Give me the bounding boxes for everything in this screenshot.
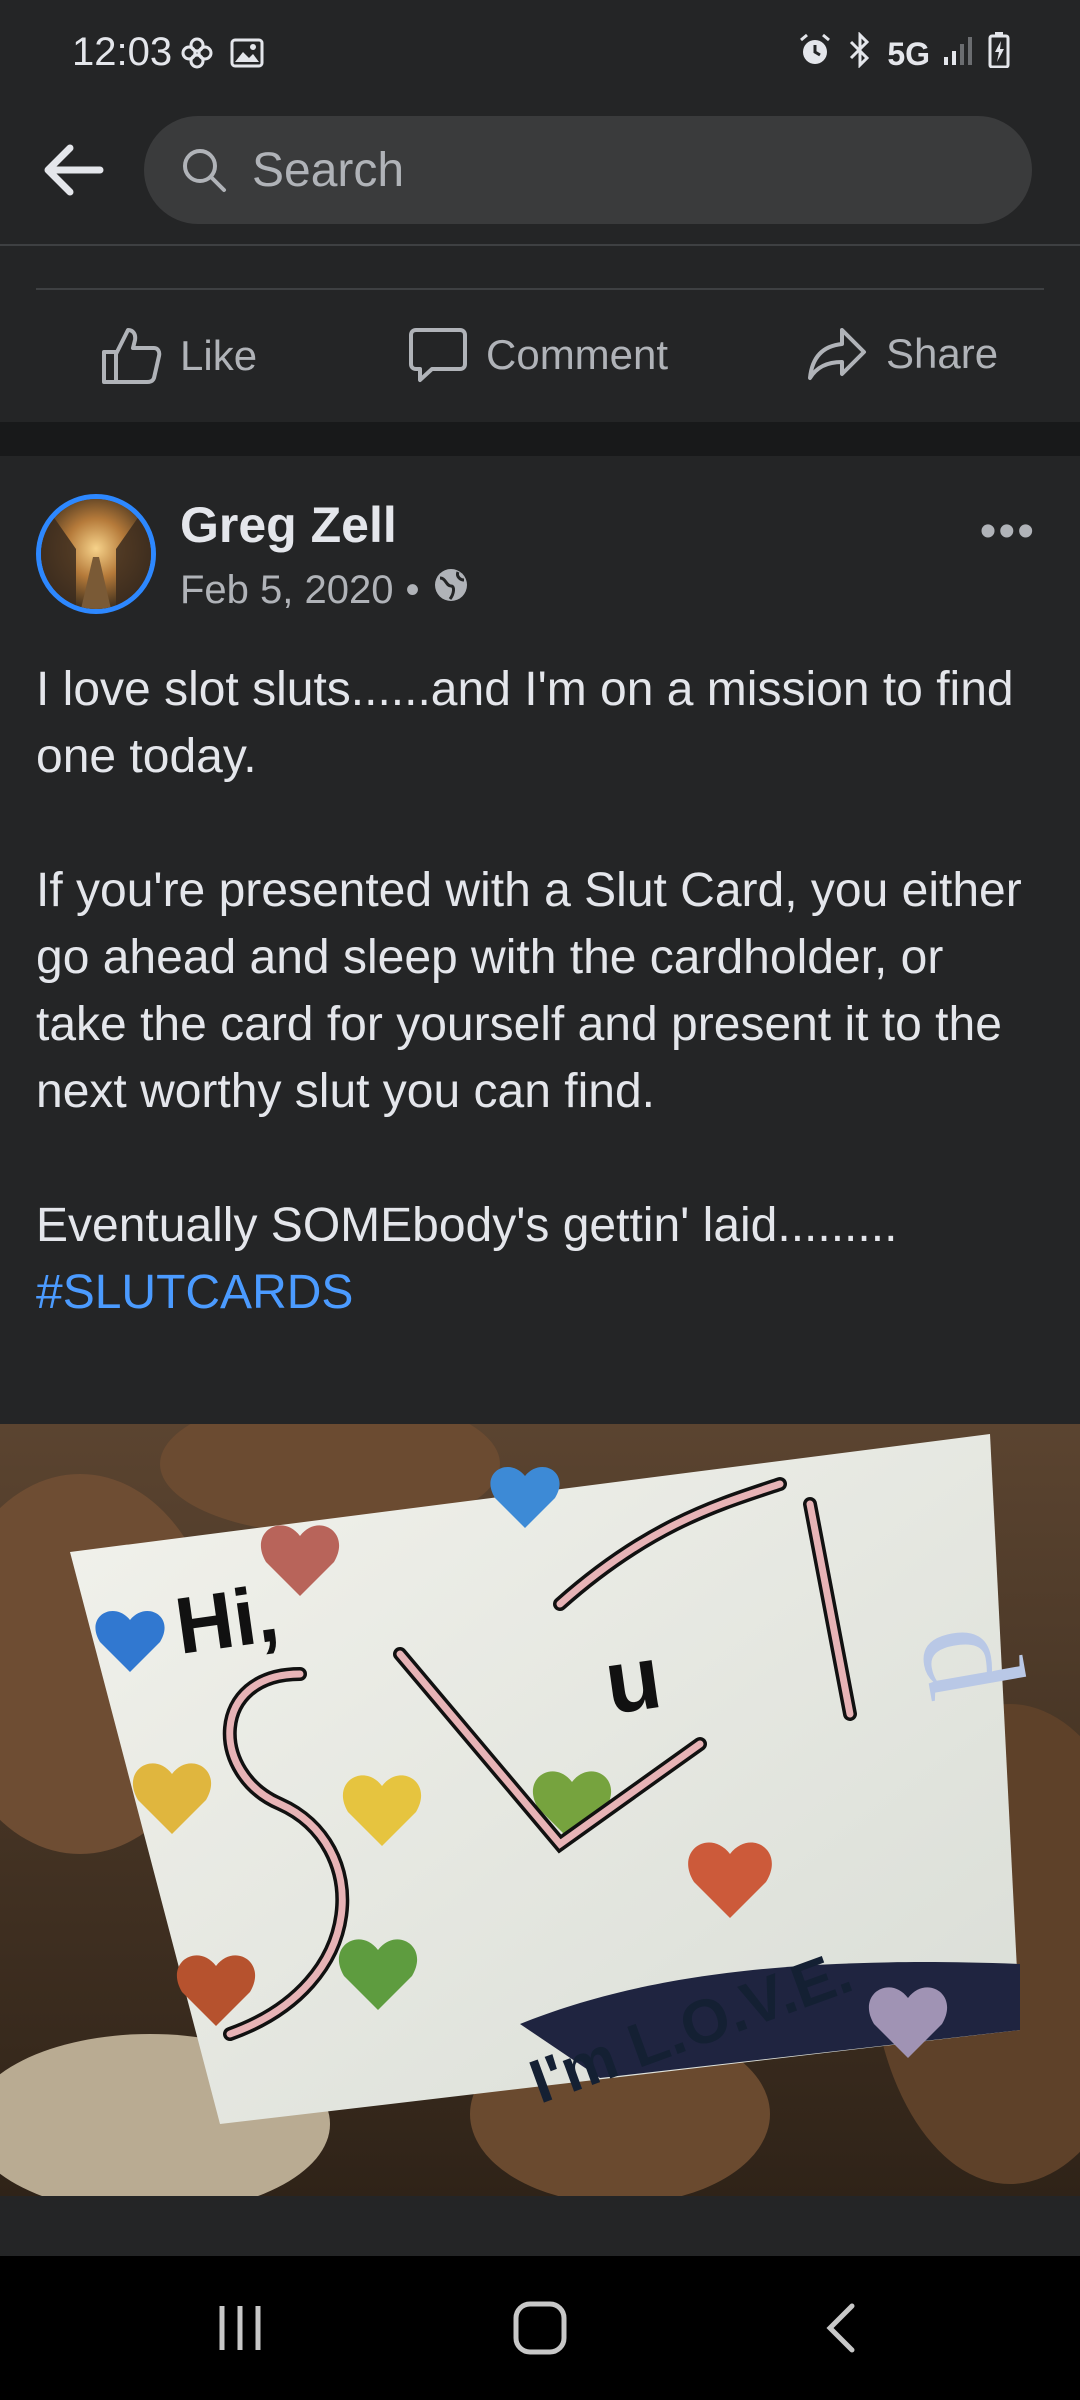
feed-separator — [0, 422, 1080, 456]
recent-apps-icon — [219, 2306, 261, 2350]
search-icon — [178, 142, 234, 198]
meta-separator: • — [405, 567, 420, 612]
thumbs-up-icon — [102, 328, 162, 384]
post-paragraph-1: I love slot sluts......and I'm on a miss… — [36, 663, 1014, 783]
search-input[interactable]: Search — [144, 116, 1032, 224]
post-text: I love slot sluts......and I'm on a miss… — [36, 656, 1046, 1326]
post-last-line: Eventually SOMEbody's gettin' laid......… — [36, 1199, 898, 1252]
post: Greg Zell Feb 5, 2020 • ••• I love slot … — [0, 456, 1080, 2244]
status-time: 12:03 — [72, 30, 173, 74]
share-button[interactable]: Share — [806, 326, 998, 382]
status-bar: 12:03 5G — [0, 0, 1080, 110]
like-button[interactable]: Like — [100, 326, 257, 386]
bluetooth-icon — [847, 31, 873, 76]
post-date[interactable]: Feb 5, 2020 — [180, 568, 394, 613]
search-placeholder: Search — [252, 143, 405, 197]
pinwheel-icon — [180, 36, 214, 75]
globe-icon — [432, 566, 470, 614]
comment-label: Comment — [486, 331, 669, 378]
avatar[interactable] — [36, 494, 156, 614]
like-label: Like — [180, 332, 258, 379]
hashtag-link[interactable]: #SLUTCARDS — [36, 1259, 1046, 1326]
previous-post-actions: Like Comment Share — [0, 246, 1080, 422]
post-image[interactable]: Hi, u I'm L.O.V.E. d — [0, 1424, 1080, 2196]
gallery-icon — [230, 38, 264, 73]
card-text-hi: Hi, — [170, 1568, 284, 1670]
system-nav-bar — [0, 2256, 1080, 2400]
alarm-icon — [797, 32, 833, 76]
signal-icon — [944, 35, 974, 73]
back-button[interactable] — [36, 134, 108, 206]
action-divider — [36, 288, 1044, 290]
home-button[interactable] — [500, 2292, 580, 2364]
search-header: Search — [0, 110, 1080, 246]
comment-bubble-icon — [409, 328, 467, 382]
status-right: 5G — [797, 31, 1010, 76]
home-icon — [513, 2301, 567, 2355]
chevron-left-icon — [826, 2303, 855, 2353]
back-nav-button[interactable] — [800, 2292, 880, 2364]
status-left-icons — [180, 36, 264, 75]
back-arrow-icon — [44, 144, 104, 196]
post-meta: Feb 5, 2020 • — [180, 566, 470, 614]
network-label: 5G — [887, 35, 930, 72]
author-name[interactable]: Greg Zell — [180, 496, 397, 554]
more-options-button[interactable]: ••• — [980, 504, 1036, 559]
battery-charging-icon — [988, 32, 1010, 76]
comment-button[interactable]: Comment — [408, 326, 668, 384]
recent-apps-button[interactable] — [200, 2292, 280, 2364]
post-paragraph-2: If you're presented with a Slut Card, yo… — [36, 864, 1022, 1118]
share-label: Share — [886, 330, 999, 377]
share-arrow-icon — [808, 328, 866, 380]
